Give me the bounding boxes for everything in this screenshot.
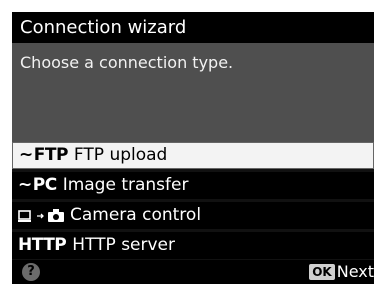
option-label: Image transfer [62, 175, 189, 195]
ok-key-icon: OK [309, 263, 335, 280]
computer-camera-icon [18, 209, 64, 223]
next-label: Next [336, 262, 374, 281]
http-icon: HTTP [18, 235, 67, 255]
option-label: Camera control [70, 205, 202, 225]
option-label: FTP upload [73, 145, 168, 165]
title-bar: Connection wizard [12, 12, 374, 43]
option-ftp-upload[interactable]: ~ FTP FTP upload [12, 142, 374, 169]
next-button[interactable]: OK Next [309, 262, 374, 281]
option-image-transfer[interactable]: ~ PC Image transfer [12, 172, 374, 199]
option-http-server[interactable]: HTTP HTTP server [12, 232, 374, 259]
footer-bar: ? OK Next [12, 260, 374, 284]
wireless-pc-icon: ~ PC [18, 175, 57, 195]
option-label: HTTP server [72, 235, 176, 255]
page-title: Connection wizard [20, 17, 187, 38]
description-text: Choose a connection type. [20, 53, 234, 72]
option-camera-control[interactable]: Camera control [12, 202, 374, 229]
camera-screen: Connection wizard Choose a connection ty… [12, 12, 374, 284]
help-icon[interactable]: ? [22, 263, 40, 281]
connection-type-list: ~ FTP FTP upload ~ PC Image transfer Cam… [12, 142, 374, 259]
wireless-ftp-icon: ~ FTP [19, 145, 68, 165]
description-panel: Choose a connection type. [12, 43, 374, 142]
